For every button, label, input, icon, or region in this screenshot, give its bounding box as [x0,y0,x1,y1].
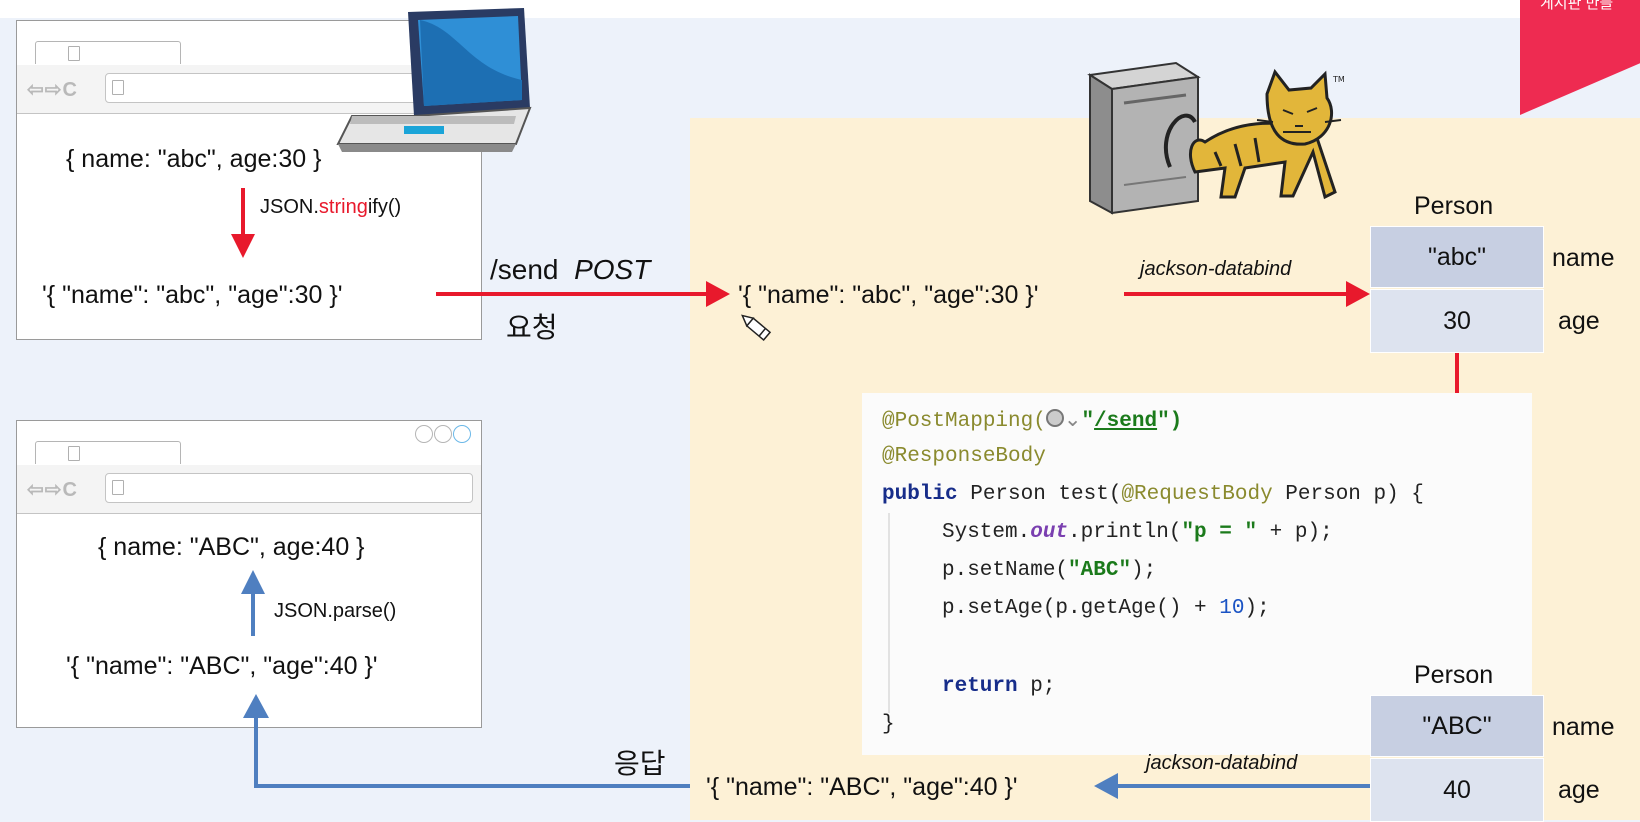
code-line-8: return p; [942,675,1056,698]
window-button-icon [434,425,452,443]
code-line-1: @PostMapping(⌄"/send") [882,409,1183,433]
person-in-name-label: name [1552,244,1615,272]
browser-tab [35,441,181,464]
response-korean-label: 응답 [614,748,666,779]
code-line-9: } [882,713,895,736]
code-line-6: p.setAge(p.getAge() + 10); [942,597,1270,620]
page-icon [68,46,80,61]
jackson-in-label: jackson-databind [1140,258,1292,280]
server-incoming-json: '{ "name": "abc", "age":30 }' [738,281,1039,309]
corner-label: 게시판 만들 [1540,0,1614,12]
browser-toolbar: ⇦⇨C [17,465,481,514]
top-bar [0,0,1640,18]
page-icon [68,446,80,461]
browser-toolbar: ⇦⇨C [17,65,481,114]
jackson-out-label: jackson-databind [1146,752,1298,774]
client-browser-bottom: ⇦⇨C [16,420,482,728]
globe-icon [1045,409,1064,427]
client-response-string: '{ "name": "ABC", "age":40 }' [66,652,378,680]
person-in-title: Person [1414,192,1494,220]
person-out-age-cell: 40 [1370,758,1544,822]
address-bar [105,73,473,103]
nav-buttons-icon: ⇦⇨C [27,79,78,101]
window-button-icon [415,425,433,443]
send-path-link[interactable]: /send [1094,410,1157,433]
person-in-name-cell: "abc" [1370,226,1544,288]
request-korean-label: 요청 [506,312,558,343]
stringify-prefix: JSON. [260,196,319,218]
client-result-object: { name: "ABC", age:40 } [98,533,365,561]
stringify-highlight: string [318,196,368,218]
request-label: /send POST [490,254,650,286]
code-line-5: p.setName("ABC"); [942,559,1157,582]
person-out-name-label: name [1552,713,1615,741]
request-path: /send [490,254,559,285]
person-out-title: Person [1414,661,1494,689]
request-method: POST [574,254,651,285]
window-button-icon [453,425,471,443]
person-in-age-cell: 30 [1370,289,1544,353]
code-line-4: System.out.println("p = " + p); [942,521,1333,544]
parse-label: JSON.parse() [274,600,397,622]
person-out-age-label: age [1558,776,1600,804]
code-line-2: @ResponseBody [882,445,1046,468]
person-out-name-cell: "ABC" [1370,695,1544,757]
address-bar [105,473,473,503]
stringify-suffix: ify() [367,196,402,218]
page-icon [112,80,124,95]
server-outgoing-json: '{ "name": "ABC", "age":40 }' [706,773,1018,801]
person-in-age-label: age [1558,307,1600,335]
stringify-label: JSON.stringify() [260,196,401,219]
indent-guide [888,513,890,713]
browser-tab [35,41,181,64]
code-line-3: public Person test(@RequestBody Person p… [882,483,1424,506]
page-icon [112,480,124,495]
client-json-string: '{ "name": "abc", "age":30 }' [42,281,343,309]
client-object-text: { name: "abc", age:30 } [66,145,322,173]
nav-buttons-icon: ⇦⇨C [27,479,78,501]
